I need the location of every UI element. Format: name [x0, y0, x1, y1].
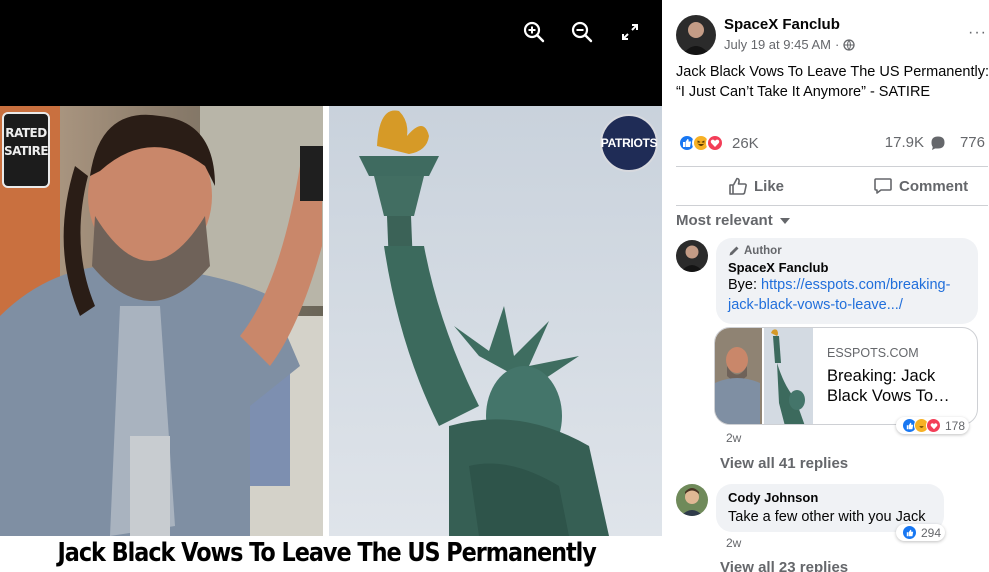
- comment-sort-dropdown[interactable]: Most relevant: [676, 212, 791, 229]
- comment-reactions[interactable]: 294: [896, 524, 946, 541]
- patriots-logo: PATRIOTS: [600, 114, 658, 172]
- globe-icon: [843, 38, 855, 51]
- commenter-avatar[interactable]: [676, 484, 708, 516]
- commenter-avatar[interactable]: [676, 240, 708, 272]
- comment-time[interactable]: 2w: [726, 536, 741, 550]
- like-label: Like: [754, 177, 785, 195]
- fullscreen-button[interactable]: [616, 18, 644, 46]
- link-title: Breaking: Jack Black Vows To…: [827, 367, 950, 405]
- post-text-line-1: Jack Black Vows To Leave The US Permanen…: [676, 64, 989, 80]
- comment-bubble-icon: [931, 136, 945, 150]
- post-text: Jack Black Vows To Leave The US Permanen…: [676, 62, 989, 102]
- avatar-image: [676, 484, 708, 516]
- reactions-summary[interactable]: 26K: [678, 134, 759, 152]
- comment-text: Bye: https://esspots.com/breaking- jack-…: [728, 275, 966, 315]
- zoom-out-icon: [571, 21, 593, 43]
- reactions-count: 26K: [732, 134, 759, 152]
- link-domain: ESSPOTS.COM: [827, 346, 919, 360]
- comment-time[interactable]: 2w: [726, 431, 741, 445]
- like-button[interactable]: Like: [728, 174, 784, 198]
- avatar-image: [676, 240, 708, 272]
- like-reaction-icon: [902, 525, 917, 540]
- like-icon: [729, 177, 747, 195]
- avatar-image: [676, 15, 716, 55]
- comment-link-line-1[interactable]: https://esspots.com/breaking-: [761, 277, 950, 293]
- fullscreen-icon: [622, 24, 638, 40]
- divider: [676, 205, 988, 206]
- sort-label: Most relevant: [676, 212, 773, 229]
- love-reaction-icon: [706, 134, 724, 152]
- photo-viewer-page: RATED SATIRE PATRIOTS Jack Black Vows To…: [0, 0, 989, 572]
- comment-text-prefix: Bye:: [728, 277, 762, 293]
- caret-down-icon: [779, 217, 790, 224]
- comment-label: Comment: [899, 177, 969, 195]
- comment-bubble: Author SpaceX Fanclub Bye: https://esspo…: [716, 238, 978, 324]
- thumbnail-image: [715, 328, 813, 424]
- zoom-in-icon: [523, 21, 545, 43]
- commenter-name[interactable]: Cody Johnson: [728, 490, 932, 505]
- statue-of-liberty-illustration: [329, 106, 662, 536]
- link-preview-card[interactable]: ESSPOTS.COM Breaking: Jack Black Vows To…: [714, 327, 978, 425]
- photo-left-panel: RATED SATIRE: [0, 106, 323, 536]
- love-reaction-icon: [926, 418, 941, 433]
- comment-link-line-2[interactable]: jack-black-vows-to-leave.../: [728, 297, 903, 313]
- post-stats: 17.9K 776: [885, 134, 985, 151]
- view-replies-link[interactable]: View all 41 replies: [720, 455, 848, 472]
- post-text-line-2: “I Just Can’t Take It Anymore” - SATIRE: [676, 84, 931, 100]
- comment-reactions[interactable]: 178: [896, 417, 970, 434]
- image-caption: Jack Black Vows To Leave The US Permanen…: [42, 536, 612, 572]
- viewer-toolbar: [520, 18, 644, 46]
- author-avatar[interactable]: [676, 15, 716, 55]
- commenter-name[interactable]: SpaceX Fanclub: [728, 260, 966, 275]
- comments-count[interactable]: 17.9K: [885, 134, 924, 151]
- comment-button[interactable]: Comment: [873, 174, 968, 198]
- comment-reaction-count: 178: [945, 418, 966, 433]
- meta-separator: ·: [834, 37, 840, 52]
- post-author-name[interactable]: SpaceX Fanclub: [724, 16, 840, 33]
- photo-right-panel: PATRIOTS: [329, 106, 662, 536]
- zoom-in-button[interactable]: [520, 18, 548, 46]
- post-photo[interactable]: RATED SATIRE PATRIOTS Jack Black Vows To…: [0, 106, 662, 572]
- shares-count[interactable]: 776: [960, 134, 985, 151]
- comment-icon: [874, 178, 892, 194]
- author-badge: Author: [728, 245, 966, 257]
- pencil-icon: [729, 246, 739, 256]
- media-viewer: RATED SATIRE PATRIOTS Jack Black Vows To…: [0, 0, 662, 572]
- view-replies-link[interactable]: View all 23 replies: [720, 559, 848, 572]
- comment-reaction-count: 294: [921, 525, 942, 540]
- rated-satire-badge: RATED SATIRE: [2, 112, 50, 188]
- zoom-out-button[interactable]: [568, 18, 596, 46]
- author-badge-label: Author: [744, 245, 782, 257]
- divider: [676, 166, 988, 167]
- more-options-button[interactable]: ···: [968, 24, 987, 42]
- post-timestamp[interactable]: July 19 at 9:45 AM: [724, 37, 831, 52]
- post-sidebar: SpaceX Fanclub July 19 at 9:45 AM · ··· …: [662, 0, 989, 572]
- link-thumbnail: [715, 328, 813, 424]
- post-meta: July 19 at 9:45 AM ·: [724, 37, 855, 52]
